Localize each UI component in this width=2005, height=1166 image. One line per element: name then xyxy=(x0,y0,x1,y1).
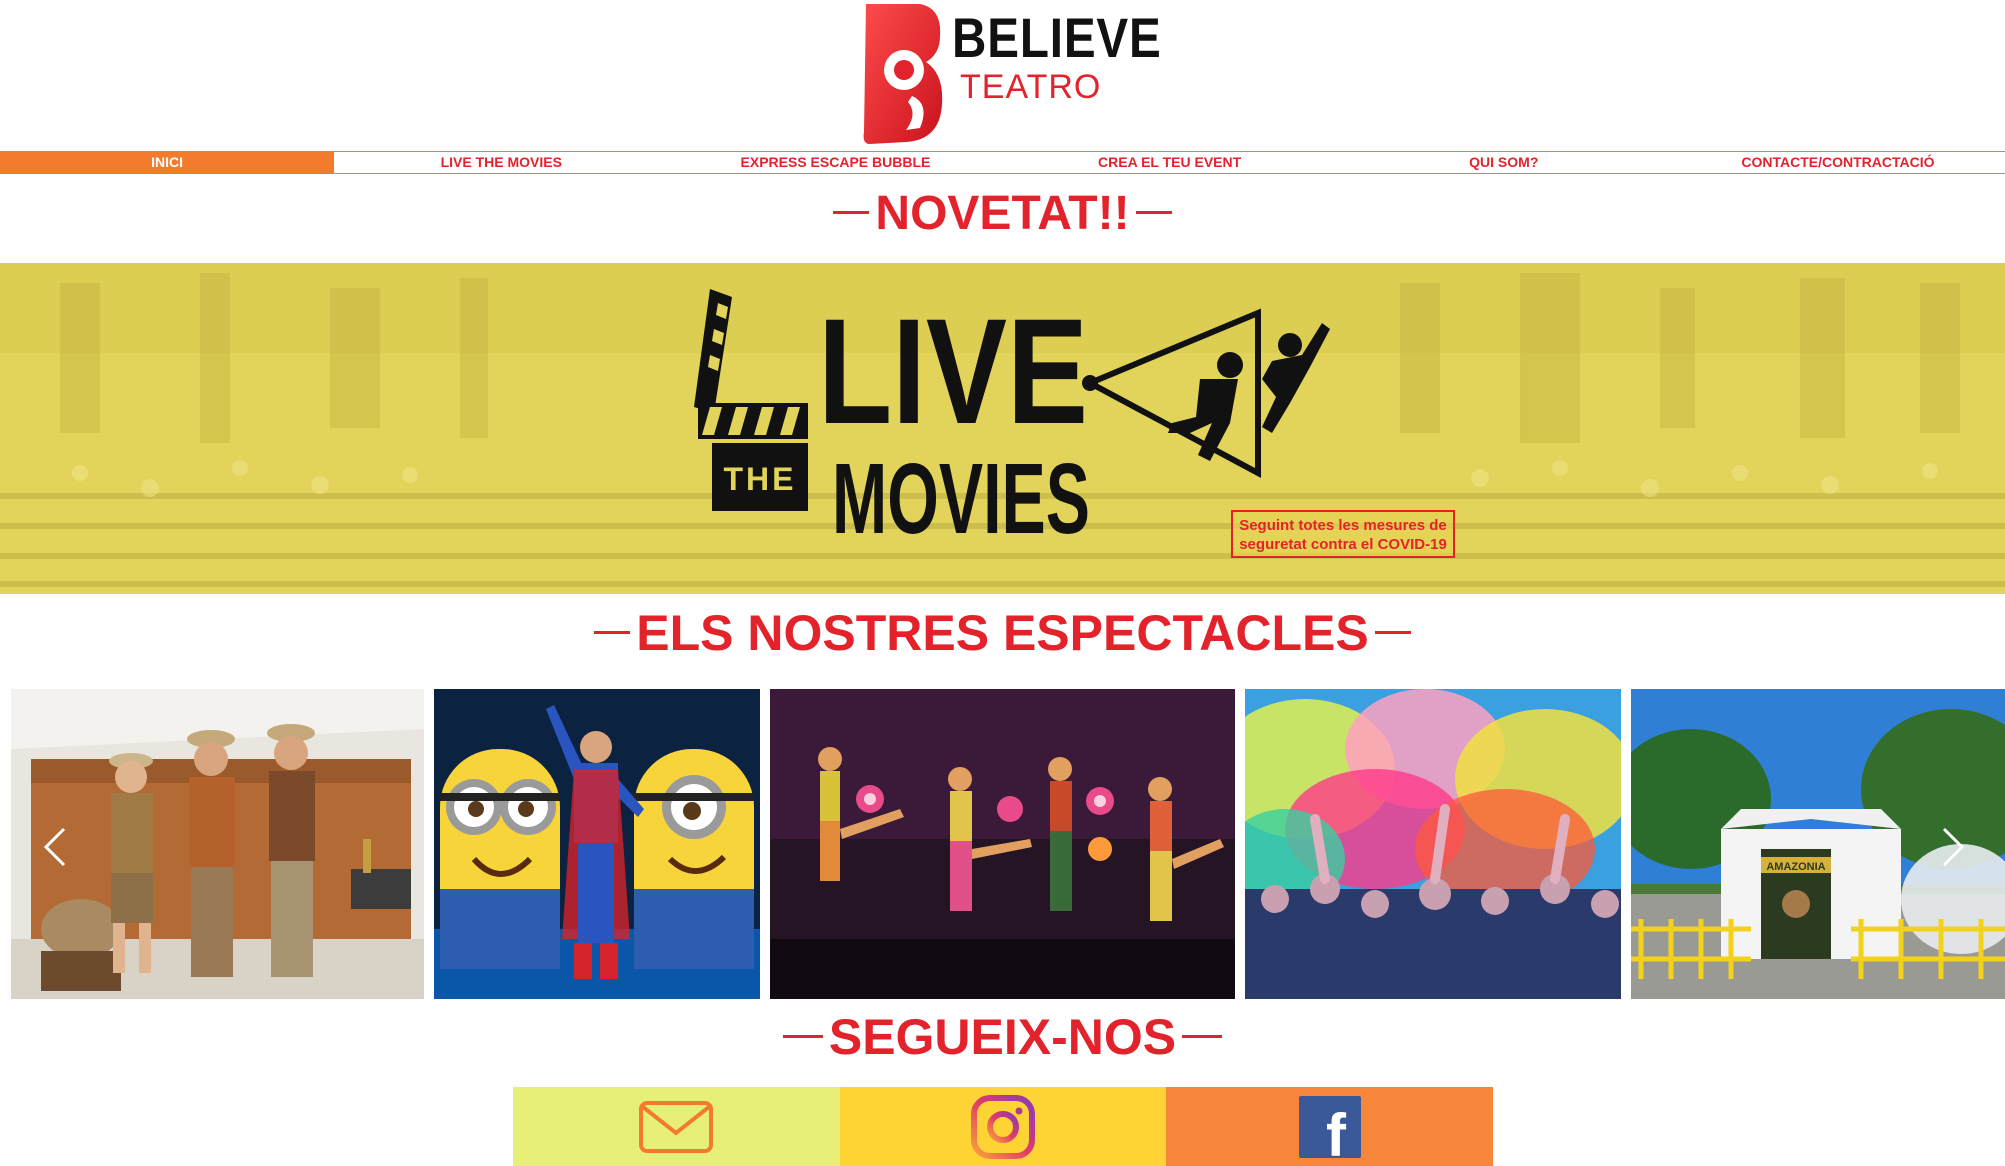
facebook-glyph: f xyxy=(1326,1102,1347,1158)
gallery-slide-minions[interactable] xyxy=(434,689,760,999)
heading-dash-left xyxy=(782,1035,823,1039)
mail-icon xyxy=(639,1100,714,1153)
logo-movies-text: MOVIES xyxy=(832,443,1090,555)
nav-item-contacte[interactable]: CONTACTE/CONTRACTACIÓ xyxy=(1671,152,2005,173)
live-the-movies-banner[interactable]: THE LIVE MOVIES Seguint totes les mesure… xyxy=(0,263,2005,594)
segueix-heading: SEGUEIX-NOS xyxy=(0,1012,2005,1062)
tent-sign-text: AMAZONIA xyxy=(1766,861,1825,873)
social-instagram-link[interactable] xyxy=(839,1087,1167,1166)
shows-gallery: AMAZONIA xyxy=(0,689,2005,999)
main-nav: INICI LIVE THE MOVIES EXPRESS ESCAPE BUB… xyxy=(0,151,2005,174)
logo-live-text: LIVE xyxy=(818,287,1088,455)
gallery-slide-explorers[interactable] xyxy=(11,689,424,999)
believe-b-logo-icon xyxy=(863,4,943,144)
logo-the-text: THE xyxy=(724,461,797,497)
projector-beam-icon xyxy=(1082,308,1330,479)
nav-item-qui-som[interactable]: QUI SOM? xyxy=(1337,152,1671,173)
social-facebook-link[interactable]: f xyxy=(1166,1087,1494,1166)
nav-item-express-escape-bubble[interactable]: EXPRESS ESCAPE BUBBLE xyxy=(668,152,1002,173)
social-links: f xyxy=(513,1087,1494,1166)
covid-note-line2: seguretat contra el COVID-19 xyxy=(1239,536,1447,553)
espectacles-heading: ELS NOSTRES ESPECTACLES xyxy=(0,608,2005,658)
segueix-title: SEGUEIX-NOS xyxy=(828,1009,1177,1065)
nav-item-crea-el-teu-event[interactable]: CREA EL TEU EVENT xyxy=(1003,152,1337,173)
espectacles-title: ELS NOSTRES ESPECTACLES xyxy=(636,605,1369,661)
chevron-right-icon[interactable] xyxy=(1938,825,1968,869)
brand-subtitle: TEATRO xyxy=(960,68,1102,106)
heading-dash-right xyxy=(1182,1035,1223,1039)
chevron-left-icon[interactable] xyxy=(40,825,70,869)
social-mail-link[interactable] xyxy=(513,1087,840,1166)
minions-photo xyxy=(434,689,760,999)
novetat-heading: NOVETAT!! xyxy=(0,190,2005,238)
facebook-icon: f xyxy=(1298,1095,1361,1158)
heading-dash-right xyxy=(1374,631,1411,635)
brand-logo[interactable]: BELIEVE TEATRO xyxy=(860,0,1161,146)
nav-item-inici[interactable]: INICI xyxy=(0,152,335,173)
brand-name: BELIEVE xyxy=(952,6,1162,69)
gallery-slide-dance[interactable] xyxy=(770,689,1235,999)
novetat-title: NOVETAT!! xyxy=(875,187,1130,240)
covid-safety-note: Seguint totes les mesures de seguretat c… xyxy=(1231,510,1455,558)
explorers-photo xyxy=(11,689,424,999)
nav-item-live-the-movies[interactable]: LIVE THE MOVIES xyxy=(334,152,668,173)
heading-dash-right xyxy=(1135,210,1172,214)
heading-dash-left xyxy=(833,210,870,214)
heading-dash-left xyxy=(594,631,631,635)
holi-photo xyxy=(1245,689,1621,999)
dance-photo xyxy=(770,689,1235,999)
gallery-slide-holi[interactable] xyxy=(1245,689,1621,999)
instagram-icon xyxy=(971,1094,1035,1159)
covid-note-line1: Seguint totes les mesures de xyxy=(1239,517,1447,534)
